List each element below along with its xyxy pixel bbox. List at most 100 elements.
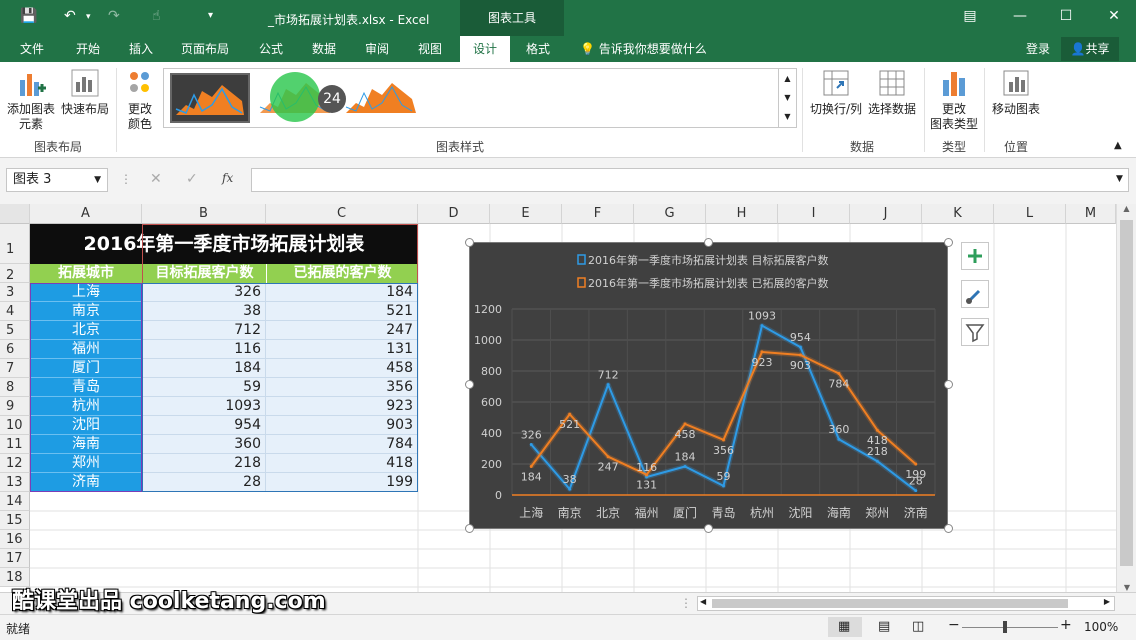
cell-done[interactable]: 356 [266, 378, 418, 397]
cell-done[interactable]: 131 [266, 340, 418, 359]
tab-file[interactable]: 文件 [10, 36, 54, 62]
name-box[interactable]: 图表 3 ▼ [6, 168, 108, 192]
resize-handle-sw[interactable] [465, 524, 474, 533]
cell-done[interactable]: 418 [266, 454, 418, 473]
row-header-5[interactable]: 5 [0, 321, 30, 340]
gallery-up-icon[interactable]: ▲ [779, 69, 796, 88]
row-header-6[interactable]: 6 [0, 340, 30, 359]
row-header-11[interactable]: 11 [0, 435, 30, 454]
row-header-8[interactable]: 8 [0, 378, 30, 397]
cell-city[interactable]: 杭州 [30, 397, 142, 416]
sign-in-link[interactable]: 登录 [1026, 36, 1050, 62]
col-header-b[interactable]: B [142, 204, 266, 224]
cell-city[interactable]: 福州 [30, 340, 142, 359]
cell-city[interactable]: 郑州 [30, 454, 142, 473]
move-chart-button[interactable]: 移动图表 [988, 68, 1044, 117]
tab-review[interactable]: 审阅 [355, 36, 399, 62]
page-break-view-icon[interactable]: ◫ [912, 619, 924, 634]
expand-formula-icon[interactable]: ▼ [1116, 174, 1123, 184]
cell-done[interactable]: 458 [266, 359, 418, 378]
close-icon[interactable]: ✕ [1104, 8, 1124, 24]
zoom-slider[interactable] [962, 627, 1058, 628]
cell-city[interactable]: 沈阳 [30, 416, 142, 435]
chart-styles-button[interactable] [961, 280, 989, 308]
row-header-3[interactable]: 3 [0, 283, 30, 302]
cell-target[interactable]: 218 [142, 454, 266, 473]
add-chart-element-button[interactable]: 添加图表 元素 [4, 68, 58, 132]
col-header-m[interactable]: M [1066, 204, 1116, 224]
formula-bar-drag-icon[interactable]: ⋮ [120, 172, 132, 186]
resize-handle-n[interactable] [704, 238, 713, 247]
switch-row-column-button[interactable]: 切换行/列 [806, 68, 866, 117]
tab-format[interactable]: 格式 [516, 36, 560, 62]
line-chart[interactable]: 2016年第一季度市场拓展计划表 目标拓展客户数 2016年第一季度市场拓展计划表… [469, 242, 948, 529]
gallery-scroll[interactable]: ▲ ▼ ▼ [778, 69, 796, 127]
tab-insert[interactable]: 插入 [119, 36, 163, 62]
col-header-k[interactable]: K [922, 204, 994, 224]
scroll-right-icon[interactable]: ▶ [1104, 597, 1110, 606]
redo-icon[interactable]: ↷ [108, 8, 120, 24]
chart-style-3[interactable] [342, 73, 422, 123]
name-box-dropdown-icon[interactable]: ▼ [94, 169, 101, 191]
cell-target[interactable]: 326 [142, 283, 266, 302]
resize-handle-se[interactable] [944, 524, 953, 533]
page-layout-view-icon[interactable]: ▤ [878, 619, 890, 634]
row-header-9[interactable]: 9 [0, 397, 30, 416]
cell-done[interactable]: 184 [266, 283, 418, 302]
chart-styles-gallery[interactable]: 24 ▲ ▼ ▼ [163, 68, 797, 128]
undo-dropdown-icon[interactable]: ▾ [86, 12, 91, 22]
row-header-4[interactable]: 4 [0, 302, 30, 321]
row-header-13[interactable]: 13 [0, 473, 30, 492]
cell-done[interactable]: 521 [266, 302, 418, 321]
cell-done[interactable]: 923 [266, 397, 418, 416]
cell-city[interactable]: 海南 [30, 435, 142, 454]
tab-view[interactable]: 视图 [408, 36, 452, 62]
save-icon[interactable]: 💾 [20, 8, 37, 24]
tab-data[interactable]: 数据 [302, 36, 346, 62]
chart-elements-button[interactable] [961, 242, 989, 270]
cell-done[interactable]: 199 [266, 473, 418, 492]
cell-city[interactable]: 青岛 [30, 378, 142, 397]
sheetbar-drag-icon[interactable]: ⋮ [680, 596, 692, 610]
cell-done[interactable]: 903 [266, 416, 418, 435]
scroll-left-icon[interactable]: ◀ [700, 597, 706, 606]
cell-city[interactable]: 上海 [30, 283, 142, 302]
change-chart-type-button[interactable]: 更改 图表类型 [928, 68, 980, 132]
cell-done[interactable]: 247 [266, 321, 418, 340]
cancel-icon[interactable]: ✕ [150, 171, 162, 187]
row-header-17[interactable]: 17 [0, 549, 30, 568]
row-header-12[interactable]: 12 [0, 454, 30, 473]
col-header-h[interactable]: H [706, 204, 778, 224]
maximize-icon[interactable]: ☐ [1056, 8, 1076, 24]
cell-target[interactable]: 116 [142, 340, 266, 359]
row-header-14[interactable]: 14 [0, 492, 30, 511]
col-header-a[interactable]: A [30, 204, 142, 224]
chart-filters-button[interactable] [961, 318, 989, 346]
row-header-10[interactable]: 10 [0, 416, 30, 435]
col-header-g[interactable]: G [634, 204, 706, 224]
cell-city[interactable]: 厦门 [30, 359, 142, 378]
cell-target[interactable]: 59 [142, 378, 266, 397]
cell-target[interactable]: 360 [142, 435, 266, 454]
tab-formulas[interactable]: 公式 [249, 36, 293, 62]
cell-target[interactable]: 1093 [142, 397, 266, 416]
undo-icon[interactable]: ↶ [64, 8, 76, 24]
col-header-l[interactable]: L [994, 204, 1066, 224]
col-header-e[interactable]: E [490, 204, 562, 224]
cell-target[interactable]: 712 [142, 321, 266, 340]
chart-style-1[interactable] [170, 73, 250, 123]
col-header-c[interactable]: C [266, 204, 418, 224]
zoom-level[interactable]: 100% [1084, 620, 1118, 634]
cell-city[interactable]: 济南 [30, 473, 142, 492]
select-all-corner[interactable] [0, 204, 30, 224]
gallery-down-icon[interactable]: ▼ [779, 88, 796, 107]
row-header-16[interactable]: 16 [0, 530, 30, 549]
cell-city[interactable]: 南京 [30, 302, 142, 321]
horizontal-scrollbar[interactable]: ◀ ▶ [697, 596, 1115, 611]
zoom-out-icon[interactable]: − [948, 617, 960, 633]
zoom-slider-thumb[interactable] [1003, 621, 1007, 633]
ribbon-display-options-icon[interactable]: ▤ [960, 8, 980, 24]
change-colors-button[interactable]: 更改 颜色 [120, 68, 160, 132]
col-header-j[interactable]: J [850, 204, 922, 224]
resize-handle-s[interactable] [704, 524, 713, 533]
